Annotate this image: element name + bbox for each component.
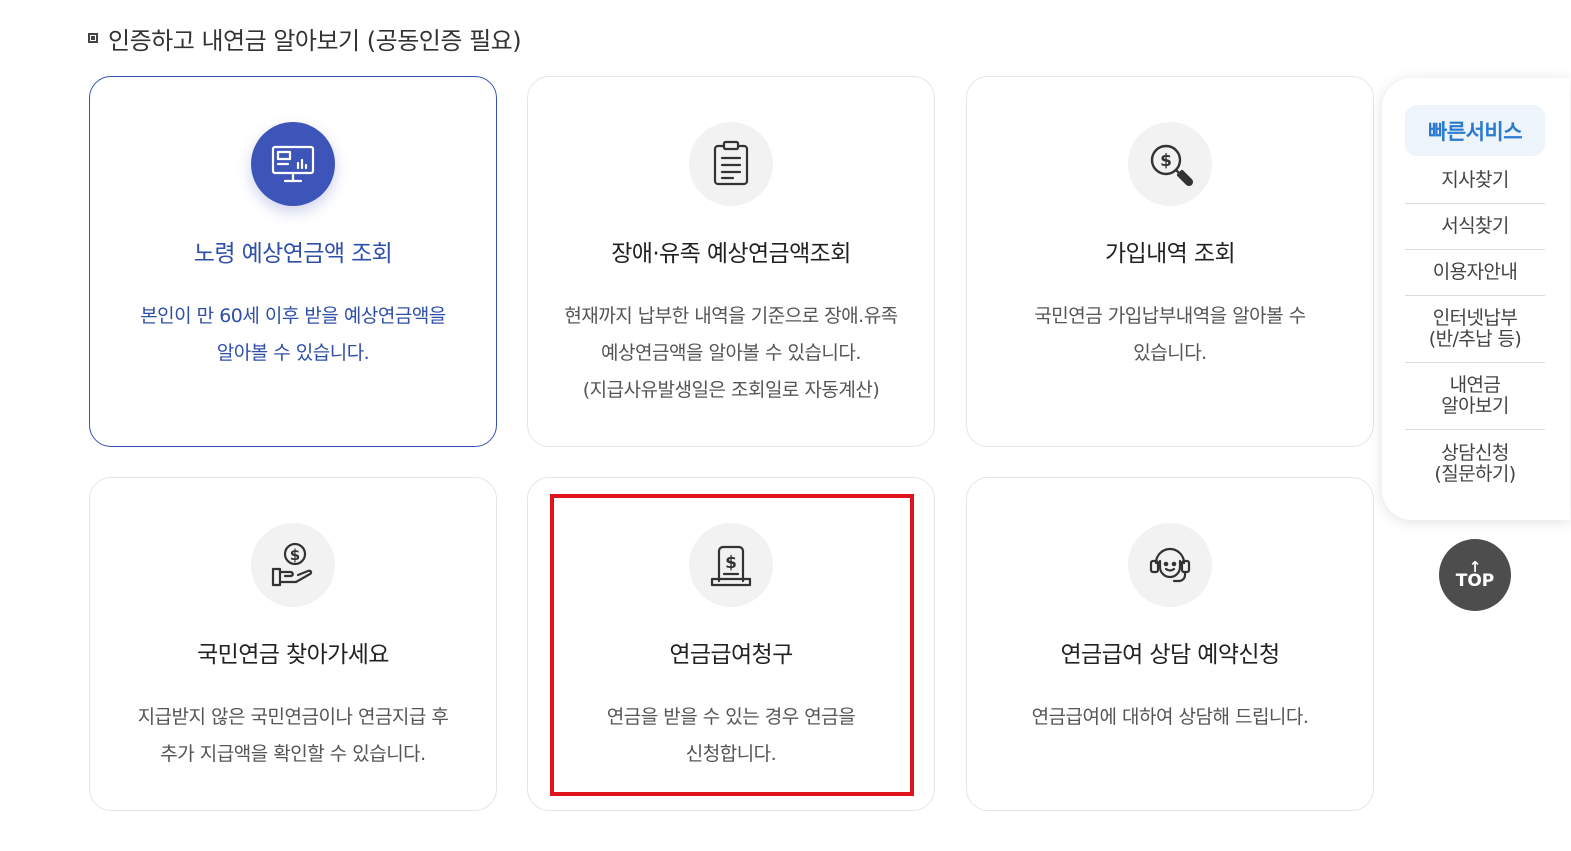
- card-subscription-history[interactable]: $ 가입내역 조회 국민연금 가입납부내역을 알아볼 수 있습니다.: [966, 76, 1374, 447]
- hand-coin-icon: $: [271, 542, 313, 587]
- quick-service-title: 빠른서비스: [1405, 105, 1545, 156]
- desc-line: 신청합니다.: [685, 743, 777, 765]
- desc-line: 현재까지 납부한 내역을 기준으로 장애.유족: [564, 305, 898, 327]
- icon-circle: $: [689, 523, 773, 607]
- quick-item-consultation[interactable]: 상담신청 (질문하기): [1405, 430, 1545, 497]
- desc-line: 국민연금 가입납부내역을 알아볼 수: [1034, 305, 1306, 327]
- svg-text:$: $: [1160, 151, 1172, 171]
- quick-item-branch-search[interactable]: 지사찾기: [1405, 158, 1545, 204]
- section-title-text: 인증하고 내연금 알아보기 (공동인증 필요): [108, 26, 522, 55]
- icon-circle: [1128, 523, 1212, 607]
- card-pension-benefit-claim[interactable]: $ 연금급여청구 연금을 받을 수 있는 경우 연금을 신청합니다.: [527, 477, 935, 811]
- headset-icon: [1149, 547, 1191, 583]
- top-label: TOP: [1455, 571, 1495, 591]
- card-description: 본인이 만 60세 이후 받을 예상연금액을 알아볼 수 있습니다.: [90, 298, 496, 372]
- desc-line: (지급사유발생일은 조회일로 자동계산): [582, 379, 880, 401]
- desc-line: 추가 지급액을 확인할 수 있습니다.: [160, 743, 426, 765]
- quick-item-label: 상담신청 (질문하기): [1434, 441, 1516, 485]
- card-title: 연금급여청구: [669, 642, 793, 668]
- icon-circle: [689, 122, 773, 206]
- desc-line: 있습니다.: [1133, 342, 1207, 364]
- icon-circle: $: [251, 523, 335, 607]
- card-find-pension[interactable]: $ 국민연금 찾아가세요 지급받지 않은 국민연금이나 연금지급 후 추가 지급…: [89, 477, 497, 811]
- svg-text:$: $: [725, 553, 737, 573]
- card-description: 연금을 받을 수 있는 경우 연금을 신청합니다.: [528, 699, 934, 773]
- icon-circle: [251, 122, 335, 206]
- desc-line: 본인이 만 60세 이후 받을 예상연금액을: [140, 305, 446, 327]
- quick-item-internet-payment[interactable]: 인터넷납부 (반/추납 등): [1405, 296, 1545, 363]
- quick-item-label: 인터넷납부 (반/추납 등): [1428, 307, 1522, 350]
- card-description: 현재까지 납부한 내역을 기준으로 장애.유족 예상연금액을 알아볼 수 있습니…: [528, 298, 934, 409]
- quick-item-label: 지사찾기: [1441, 169, 1509, 191]
- card-description: 지급받지 않은 국민연금이나 연금지급 후 추가 지급액을 확인할 수 있습니다…: [90, 699, 496, 773]
- quick-item-label: 내연금 알아보기: [1441, 374, 1509, 417]
- card-consultation-reservation[interactable]: 연금급여 상담 예약신청 연금급여에 대하여 상담해 드립니다.: [966, 477, 1374, 811]
- card-title: 노령 예상연금액 조회: [193, 241, 393, 267]
- card-disability-survivor-estimate[interactable]: 장애·유족 예상연금액조회 현재까지 납부한 내역을 기준으로 장애.유족 예상…: [527, 76, 935, 447]
- quick-item-form-search[interactable]: 서식찾기: [1405, 204, 1545, 250]
- svg-text:$: $: [290, 546, 300, 564]
- quick-service-list: 지사찾기 서식찾기 이용자안내 인터넷납부 (반/추납 등) 내연금 알아보기 …: [1405, 158, 1545, 497]
- card-description: 연금급여에 대하여 상담해 드립니다.: [967, 699, 1373, 736]
- dollar-document-icon: $: [710, 545, 752, 587]
- section-title: 인증하고 내연금 알아보기 (공동인증 필요): [88, 20, 522, 56]
- card-description: 국민연금 가입납부내역을 알아볼 수 있습니다.: [967, 298, 1373, 372]
- card-title: 장애·유족 예상연금액조회: [611, 241, 851, 267]
- desc-line: 지급받지 않은 국민연금이나 연금지급 후: [137, 706, 449, 728]
- square-bullet-icon: [88, 33, 98, 43]
- scroll-top-button[interactable]: ↑ TOP: [1439, 539, 1511, 611]
- monitor-chart-icon: [271, 145, 315, 183]
- desc-line: 연금을 받을 수 있는 경우 연금을: [606, 706, 856, 728]
- quick-item-label: 이용자안내: [1432, 261, 1518, 283]
- card-old-age-pension-estimate[interactable]: 노령 예상연금액 조회 본인이 만 60세 이후 받을 예상연금액을 알아볼 수…: [89, 76, 497, 447]
- icon-circle: $: [1128, 122, 1212, 206]
- desc-line: 예상연금액을 알아볼 수 있습니다.: [601, 342, 861, 364]
- desc-line: 알아볼 수 있습니다.: [216, 342, 370, 364]
- quick-item-my-pension[interactable]: 내연금 알아보기: [1405, 363, 1545, 430]
- card-title: 국민연금 찾아가세요: [197, 642, 389, 668]
- quick-item-user-guide[interactable]: 이용자안내: [1405, 250, 1545, 296]
- quick-service-panel: 빠른서비스 지사찾기 서식찾기 이용자안내 인터넷납부 (반/추납 등) 내연금…: [1382, 78, 1570, 520]
- dollar-search-icon: $: [1150, 144, 1194, 187]
- card-title: 연금급여 상담 예약신청: [1060, 642, 1280, 668]
- quick-item-label: 서식찾기: [1441, 215, 1509, 237]
- desc-line: 연금급여에 대하여 상담해 드립니다.: [1031, 706, 1309, 728]
- clipboard-icon: [713, 140, 749, 186]
- card-title: 가입내역 조회: [1104, 241, 1236, 267]
